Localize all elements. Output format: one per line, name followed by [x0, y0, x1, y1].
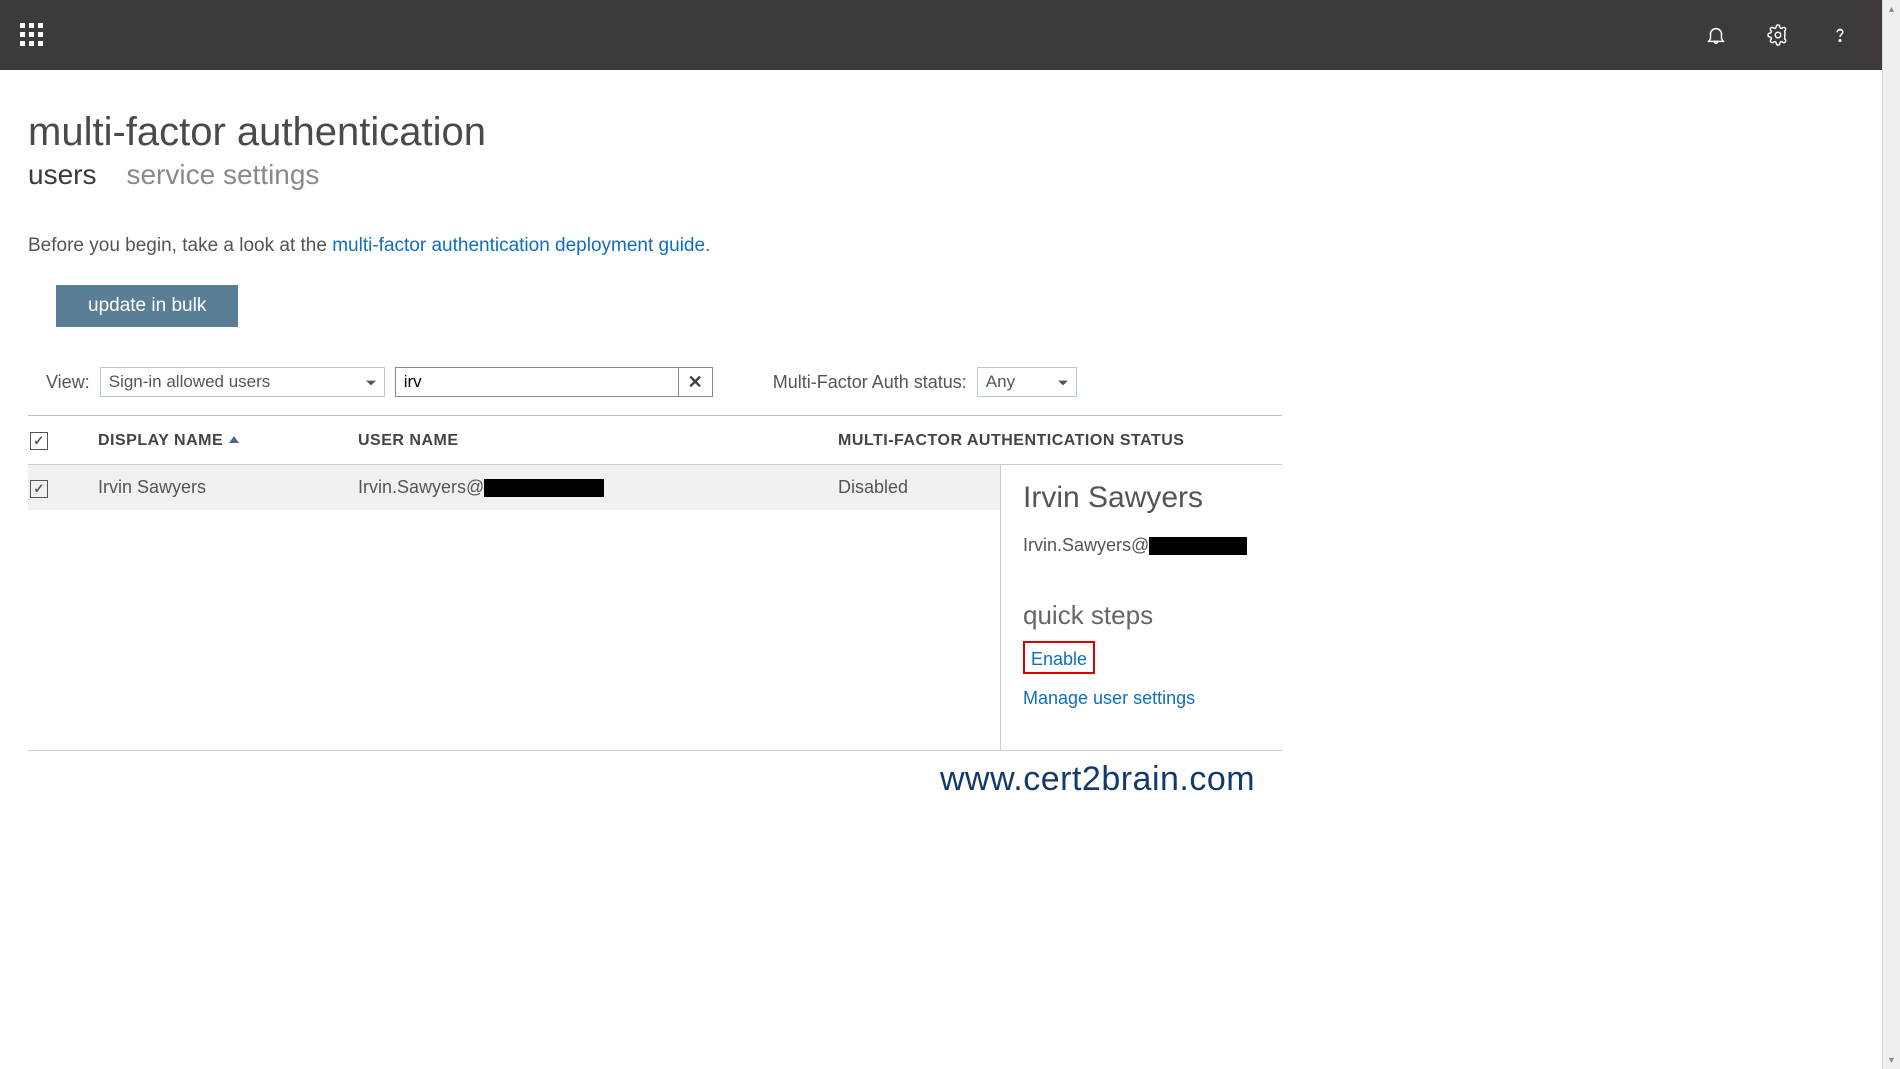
view-label: View: [46, 372, 90, 393]
sort-asc-icon [229, 436, 239, 443]
scroll-down-icon[interactable]: ▾ [1883, 1051, 1900, 1069]
select-all-checkbox[interactable] [30, 432, 48, 450]
highlight-annotation: Enable [1023, 641, 1095, 674]
help-icon[interactable] [1828, 23, 1852, 47]
search-input[interactable] [395, 367, 679, 397]
mfa-status-label: Multi-Factor Auth status: [773, 372, 967, 393]
row-mfa-status: Disabled [838, 477, 1000, 498]
quick-steps-heading: quick steps [1023, 600, 1274, 631]
row-display-name: Irvin Sawyers [98, 477, 358, 498]
row-username: Irvin.Sawyers@ [358, 477, 838, 498]
view-dropdown[interactable]: Sign-in allowed users [100, 367, 385, 397]
details-panel: Irvin Sawyers Irvin.Sawyers@ quick steps… [1000, 465, 1282, 751]
deployment-guide-link[interactable]: multi-factor authentication deployment g… [332, 235, 705, 256]
table-row[interactable]: Irvin Sawyers Irvin.Sawyers@ Disabled [28, 465, 1000, 510]
redacted-text [484, 479, 604, 497]
settings-icon[interactable] [1766, 23, 1790, 47]
vertical-scrollbar[interactable]: ▴ ▾ [1882, 0, 1900, 1069]
mfa-status-dropdown[interactable]: Any [977, 367, 1077, 397]
redacted-text [1149, 537, 1247, 555]
app-launcher-icon[interactable] [20, 23, 44, 47]
row-checkbox[interactable] [30, 480, 48, 498]
tab-users[interactable]: users [28, 159, 96, 191]
table-header-row: DISPLAY NAME USER NAME MULTI-FACTOR AUTH… [28, 415, 1282, 465]
topbar [0, 0, 1882, 70]
manage-user-settings-link[interactable]: Manage user settings [1023, 688, 1274, 709]
details-user-email: Irvin.Sawyers@ [1023, 535, 1274, 556]
col-display-name[interactable]: DISPLAY NAME [98, 432, 358, 450]
scroll-up-icon[interactable]: ▴ [1883, 0, 1900, 18]
details-user-name: Irvin Sawyers [1023, 481, 1274, 515]
enable-link[interactable]: Enable [1031, 649, 1087, 670]
tab-service-settings[interactable]: service settings [126, 159, 319, 191]
col-mfa-status[interactable]: MULTI-FACTOR AUTHENTICATION STATUS [838, 432, 1282, 450]
update-in-bulk-button[interactable]: update in bulk [56, 285, 238, 327]
notifications-icon[interactable] [1704, 23, 1728, 47]
col-username[interactable]: USER NAME [358, 432, 838, 450]
page-title: multi-factor authentication [28, 110, 1282, 155]
watermark-text: www.cert2brain.com [940, 760, 1255, 799]
intro-text: Before you begin, take a look at the mul… [28, 235, 1282, 257]
clear-search-icon[interactable]: ✕ [679, 367, 713, 397]
